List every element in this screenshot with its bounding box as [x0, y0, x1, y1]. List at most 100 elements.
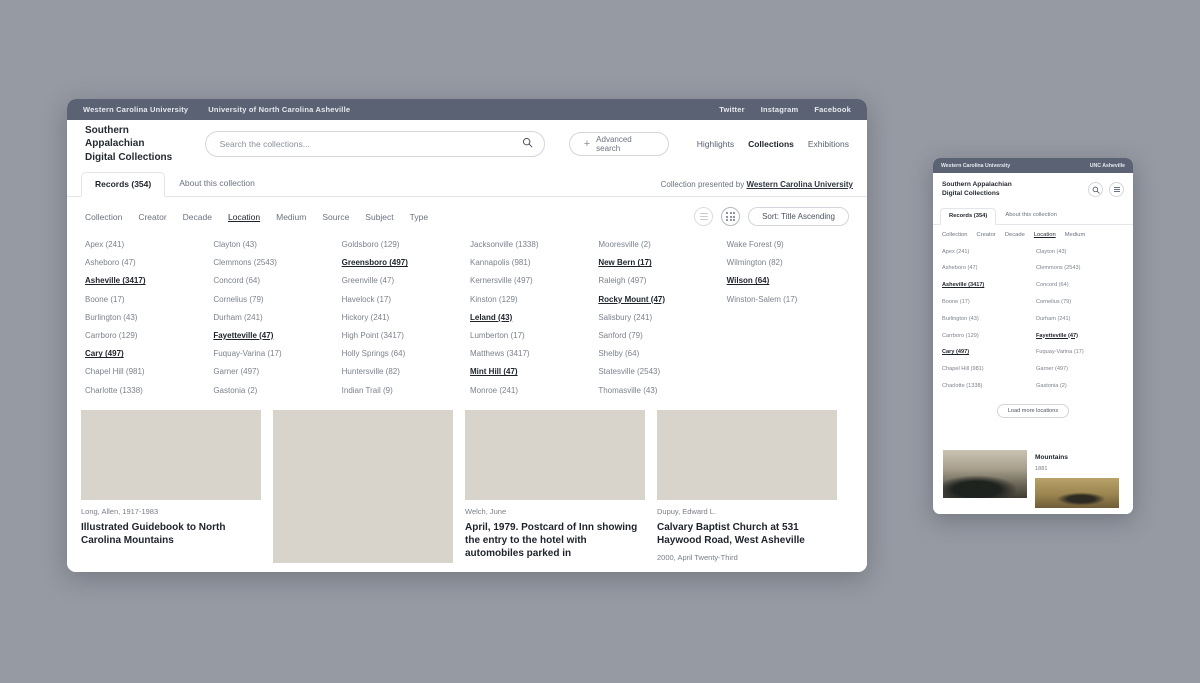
- mobile-facet-option[interactable]: Chapel Hill (981): [942, 361, 1030, 378]
- result-card[interactable]: Dupuy, Edward L. Calvary Baptist Church …: [657, 395, 837, 572]
- mobile-facet-option[interactable]: Durham (241): [1036, 311, 1124, 328]
- facet-option[interactable]: Durham (241): [213, 309, 335, 327]
- facet-option-selected[interactable]: Cary (497): [85, 345, 207, 363]
- facet-option[interactable]: Mooresville (2): [598, 236, 720, 254]
- facet-option-selected[interactable]: Mint Hill (47): [470, 363, 592, 381]
- facet-option-selected[interactable]: Greensboro (497): [342, 254, 464, 272]
- topbar-link-unca[interactable]: University of North Carolina Asheville: [208, 105, 350, 114]
- mobile-facet-collection[interactable]: Collection: [942, 232, 967, 238]
- mobile-facet-medium[interactable]: Medium: [1065, 232, 1086, 238]
- facet-option[interactable]: Statesville (2543): [598, 363, 720, 381]
- facet-option[interactable]: Boone (17): [85, 291, 207, 309]
- facet-option[interactable]: Clayton (43): [213, 236, 335, 254]
- handwritten-letter-thumbnail[interactable]: [81, 395, 261, 500]
- facet-option[interactable]: Carrboro (129): [85, 327, 207, 345]
- facet-option[interactable]: Jacksonville (1338): [470, 236, 592, 254]
- facet-option[interactable]: Monroe (241): [470, 382, 592, 400]
- nav-collections[interactable]: Collections: [748, 139, 794, 149]
- facet-option[interactable]: Burlington (43): [85, 309, 207, 327]
- result-title[interactable]: Illustrated Guidebook to North Carolina …: [81, 521, 261, 547]
- topbar-link-wcu[interactable]: Western Carolina University: [83, 105, 188, 114]
- mobile-topbar-link-wcu[interactable]: Western Carolina University: [941, 163, 1010, 169]
- mobile-tab-about-this-collection[interactable]: About this collection: [996, 207, 1066, 224]
- mountain-hills-photograph-thumbnail[interactable]: [943, 450, 1027, 498]
- facet-option-selected[interactable]: Leland (43): [470, 309, 592, 327]
- mobile-facet-option-selected[interactable]: Asheville (3417): [942, 278, 1030, 295]
- facet-option[interactable]: Wilmington (82): [727, 254, 849, 272]
- list-view-icon[interactable]: [694, 207, 714, 226]
- load-more-locations-button[interactable]: Load more locations: [996, 404, 1070, 419]
- facet-option[interactable]: Holly Springs (64): [342, 345, 464, 363]
- facet-option[interactable]: Lumberton (17): [470, 327, 592, 345]
- facet-option[interactable]: Wake Forest (9): [727, 236, 849, 254]
- sort-button[interactable]: Sort: Title Ascending: [748, 207, 849, 226]
- tab-about-this-collection[interactable]: About this collection: [165, 171, 269, 196]
- facet-option[interactable]: Goldsboro (129): [342, 236, 464, 254]
- facet-option[interactable]: Havelock (17): [342, 291, 464, 309]
- field-photograph-thumbnail[interactable]: [1035, 478, 1119, 509]
- site-title[interactable]: Southern Appalachian Digital Collections: [85, 124, 191, 164]
- facet-type[interactable]: Type: [410, 212, 428, 222]
- mobile-facet-option[interactable]: Carrboro (129): [942, 328, 1030, 345]
- facet-option[interactable]: Indian Trail (9): [342, 382, 464, 400]
- search-icon[interactable]: [1088, 182, 1103, 197]
- result-card[interactable]: [273, 395, 453, 572]
- facet-option[interactable]: Clemmons (2543): [213, 254, 335, 272]
- facet-option[interactable]: Kernersville (497): [470, 272, 592, 290]
- mobile-facet-option[interactable]: Burlington (43): [942, 311, 1030, 328]
- facet-option[interactable]: Salisbury (241): [598, 309, 720, 327]
- facet-option[interactable]: Huntersville (82): [342, 363, 464, 381]
- mobile-result-card[interactable]: [943, 450, 1027, 514]
- facet-subject[interactable]: Subject: [365, 212, 393, 222]
- facet-option[interactable]: Chapel Hill (981): [85, 363, 207, 381]
- social-link-twitter[interactable]: Twitter: [719, 105, 744, 114]
- mobile-facet-option[interactable]: Charlotte (1338): [942, 378, 1030, 395]
- facet-collection[interactable]: Collection: [85, 212, 122, 222]
- facet-option[interactable]: Matthews (3417): [470, 345, 592, 363]
- facet-option-selected[interactable]: Fayetteville (47): [213, 327, 335, 345]
- hamburger-menu-icon[interactable]: [1109, 182, 1124, 197]
- facet-option-selected[interactable]: New Bern (17): [598, 254, 720, 272]
- mobile-facet-option-selected[interactable]: Cary (497): [942, 345, 1030, 362]
- result-title[interactable]: Calvary Baptist Church at 531 Haywood Ro…: [657, 521, 837, 547]
- facet-source[interactable]: Source: [322, 212, 349, 222]
- mobile-result-card[interactable]: Mountains 1881: [1035, 450, 1119, 514]
- facet-option[interactable]: Hickory (241): [342, 309, 464, 327]
- facet-option[interactable]: Cornelius (79): [213, 291, 335, 309]
- orange-flowers-photograph-thumbnail[interactable]: [657, 395, 837, 500]
- facet-option[interactable]: Shelby (64): [598, 345, 720, 363]
- mobile-facet-decade[interactable]: Decade: [1005, 232, 1025, 238]
- nav-exhibitions[interactable]: Exhibitions: [808, 139, 849, 149]
- mobile-facet-creator[interactable]: Creator: [976, 232, 995, 238]
- facet-creator[interactable]: Creator: [138, 212, 166, 222]
- mobile-result-title[interactable]: Mountains: [1035, 454, 1119, 462]
- mobile-facet-option[interactable]: Asheboro (47): [942, 261, 1030, 278]
- presented-by-institution[interactable]: Western Carolina University: [746, 180, 853, 189]
- mobile-facet-location[interactable]: Location: [1034, 232, 1056, 238]
- mobile-tab-records[interactable]: Records (354): [940, 208, 997, 225]
- facet-option[interactable]: Garner (497): [213, 363, 335, 381]
- facet-option[interactable]: Asheboro (47): [85, 254, 207, 272]
- mobile-facet-option[interactable]: Concord (64): [1036, 278, 1124, 295]
- facet-option[interactable]: High Point (3417): [342, 327, 464, 345]
- tab-records[interactable]: Records (354): [81, 172, 166, 197]
- search-input[interactable]: Search the collections...: [204, 131, 545, 157]
- facet-option[interactable]: Charlotte (1338): [85, 382, 207, 400]
- advanced-search-button[interactable]: + Advanced search: [568, 132, 669, 156]
- facet-option[interactable]: Apex (241): [85, 236, 207, 254]
- mobile-site-title[interactable]: Southern Appalachian Digital Collections: [942, 181, 1082, 199]
- mobile-facet-option-selected[interactable]: Fayetteville (47): [1036, 328, 1124, 345]
- facet-option[interactable]: Gastonia (2): [213, 382, 335, 400]
- search-icon[interactable]: [522, 135, 533, 153]
- facet-option[interactable]: Kannapolis (981): [470, 254, 592, 272]
- mobile-facet-option[interactable]: Clemmons (2543): [1036, 261, 1124, 278]
- facet-option[interactable]: Fuquay-Varina (17): [213, 345, 335, 363]
- facet-option-selected[interactable]: Asheville (3417): [85, 272, 207, 290]
- mobile-facet-option[interactable]: Apex (241): [942, 244, 1030, 261]
- mobile-facet-option[interactable]: Fuquay-Varina (17): [1036, 345, 1124, 362]
- facet-option[interactable]: Raleigh (497): [598, 272, 720, 290]
- mobile-topbar-link-unca[interactable]: UNC Asheville: [1090, 163, 1125, 169]
- facet-option[interactable]: Thomasville (43): [598, 382, 720, 400]
- result-card[interactable]: Long, Allen, 1917-1983 Illustrated Guide…: [81, 395, 261, 572]
- mobile-facet-option[interactable]: Gastonia (2): [1036, 378, 1124, 395]
